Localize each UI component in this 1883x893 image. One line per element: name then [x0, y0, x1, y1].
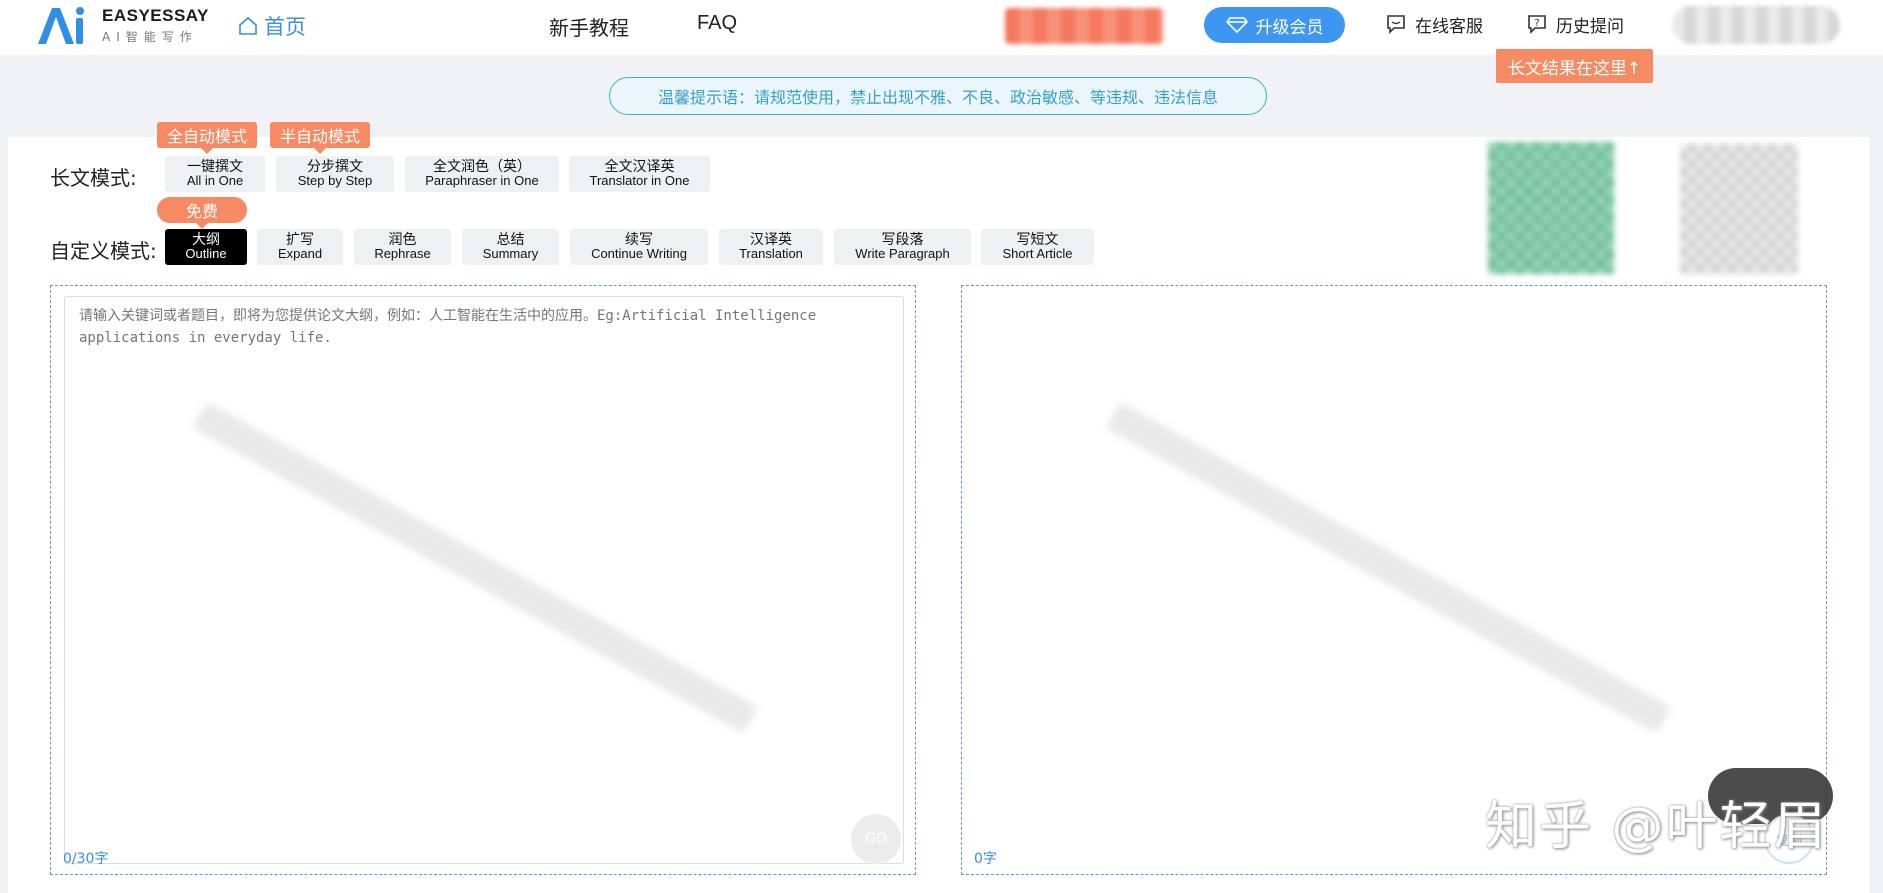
custom-mode-summary[interactable]: 总结 Summary [462, 229, 559, 265]
redacted-banner [1005, 8, 1163, 44]
mode-zh: 全文汉译英 [604, 159, 675, 175]
mode-en: Outline [185, 246, 227, 261]
mode-en: Rephrase [374, 246, 431, 261]
brand-name: EASYESSAY [102, 6, 209, 25]
mode-zh: 续写 [625, 232, 653, 248]
history-link[interactable]: ? 历史提问 [1527, 12, 1624, 37]
mode-en: Expand [277, 246, 323, 261]
mode-zh: 扩写 [286, 232, 314, 248]
nav-tutorial[interactable]: 新手教程 [549, 12, 629, 41]
mode-en: Step by Step [297, 173, 373, 188]
mode-en: Short Article [1002, 246, 1073, 261]
mode-zh: 全文润色（英） [433, 159, 531, 175]
home-link[interactable]: 首页 [238, 12, 306, 40]
free-badge: 免费 [157, 197, 247, 229]
upgrade-button[interactable]: 升级会员 [1204, 7, 1345, 43]
custom-mode-continue[interactable]: 续写 Continue Writing [570, 229, 708, 265]
mode-zh: 汉译英 [750, 232, 792, 248]
custom-mode-expand[interactable]: 扩写 Expand [257, 229, 343, 265]
mode-en: Translation [739, 246, 803, 261]
mode-en: Paraphraser in One [425, 173, 539, 188]
custom-mode-label: 自定义模式: [50, 239, 157, 263]
mode-zh: 分步撰文 [307, 159, 363, 175]
logo-icon[interactable] [36, 4, 94, 48]
user-avatar[interactable] [1672, 6, 1840, 44]
custom-mode-outline[interactable]: 大纲 Outline [165, 229, 247, 265]
online-service-label: 在线客服 [1415, 16, 1483, 37]
long-mode-step-by-step[interactable]: 分步撰文 Step by Step [276, 156, 394, 192]
svg-text:?: ? [1534, 18, 1539, 29]
free-badge-text: 免费 [185, 202, 218, 221]
mode-en: All in One [186, 173, 244, 188]
nav-faq[interactable]: FAQ [697, 12, 737, 35]
long-mode-label: 长文模式: [50, 166, 137, 190]
custom-mode-translation[interactable]: 汉译英 Translation [719, 229, 823, 265]
semi-auto-mode-badge: 半自动模式 [270, 122, 370, 154]
auto-mode-badge-text: 全自动模式 [166, 127, 247, 146]
custom-mode-rephrase[interactable]: 润色 Rephrase [354, 229, 451, 265]
mode-en: Translator in One [589, 173, 690, 188]
history-tip: 长文结果在这里↑ [1496, 49, 1653, 83]
semi-auto-mode-badge-text: 半自动模式 [279, 127, 360, 146]
long-mode-translator[interactable]: 全文汉译英 Translator in One [569, 156, 710, 192]
mode-zh: 大纲 [192, 232, 220, 248]
auto-mode-badge: 全自动模式 [157, 122, 257, 154]
online-service-link[interactable]: 在线客服 [1386, 12, 1483, 37]
mode-en: Summary [482, 246, 539, 261]
qr-code-right [1680, 144, 1798, 274]
mode-zh: 写短文 [1016, 232, 1059, 248]
long-mode-paraphraser[interactable]: 全文润色（英） Paraphraser in One [405, 156, 559, 192]
zhihu-watermark: 知乎 @叶轻眉 [1485, 797, 1828, 857]
mode-en: Continue Writing [591, 246, 687, 261]
upgrade-label: 升级会员 [1255, 17, 1324, 38]
go-button[interactable]: GO [851, 814, 901, 864]
custom-mode-paragraph[interactable]: 写段落 Write Paragraph [834, 229, 971, 265]
long-mode-all-in-one[interactable]: 一键撰文 All in One [165, 156, 265, 192]
home-label: 首页 [264, 15, 306, 39]
top-header: EASYESSAY AI智能写作 首页 新手教程 FAQ 升级会员 在线客服 ?… [0, 0, 1883, 55]
chat-icon [1387, 15, 1405, 34]
output-counter: 0字 [974, 851, 997, 867]
custom-mode-short-article[interactable]: 写短文 Short Article [981, 229, 1094, 265]
history-label: 历史提问 [1556, 16, 1624, 37]
qr-code-left [1488, 142, 1614, 274]
mode-zh: 写段落 [881, 232, 924, 248]
mode-zh: 一键撰文 [187, 159, 243, 175]
mode-zh: 总结 [496, 232, 525, 248]
notice-banner: 温馨提示语：请规范使用，禁止出现不雅、不良、政治敏感、等违规、违法信息 [609, 77, 1267, 115]
diamond-icon [1225, 17, 1248, 33]
mode-zh: 润色 [388, 232, 417, 248]
home-icon [239, 16, 257, 35]
question-icon: ? [1528, 15, 1546, 34]
mode-en: Write Paragraph [855, 246, 950, 261]
input-counter: 0/30字 [63, 851, 109, 867]
brand-subtitle: AI智能写作 [102, 30, 198, 44]
